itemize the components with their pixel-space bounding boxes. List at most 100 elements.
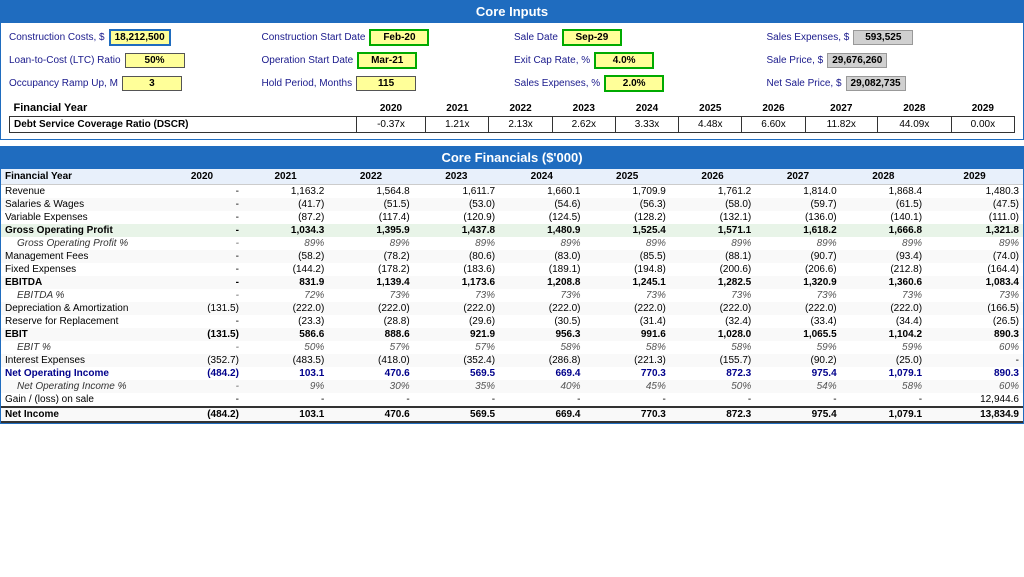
fin-cell: (80.6) bbox=[414, 250, 499, 263]
fin-cell: (206.6) bbox=[755, 263, 840, 276]
fin-cell: - bbox=[161, 276, 243, 289]
fin-cell: (178.2) bbox=[328, 263, 413, 276]
fin-cell: (85.5) bbox=[584, 250, 669, 263]
fin-cell: (222.0) bbox=[499, 302, 584, 315]
fin-cell: - bbox=[584, 393, 669, 407]
fin-cell: 60% bbox=[926, 341, 1023, 354]
fin-cell: 1,480.9 bbox=[499, 224, 584, 237]
fin-cell: 1,034.3 bbox=[243, 224, 328, 237]
occupancy-ramp-value[interactable]: 3 bbox=[122, 76, 182, 91]
fin-cell: (221.3) bbox=[584, 354, 669, 367]
fin-cell: 50% bbox=[670, 380, 755, 393]
fin-cell: (29.6) bbox=[414, 315, 499, 328]
fin-cell: 669.4 bbox=[499, 407, 584, 422]
fin-cell: - bbox=[841, 393, 926, 407]
fin-cell: 470.6 bbox=[328, 367, 413, 380]
fin-cell: 569.5 bbox=[414, 407, 499, 422]
exit-cap-rate-value[interactable]: 4.0% bbox=[594, 52, 654, 69]
fin-cell: (58.0) bbox=[670, 198, 755, 211]
year-2026-header: 2026 bbox=[742, 100, 805, 117]
fin-cell: - bbox=[161, 237, 243, 250]
fin-row-label: Revenue bbox=[1, 185, 161, 199]
fin-cell: 9% bbox=[243, 380, 328, 393]
fin-cell: 770.3 bbox=[584, 407, 669, 422]
fin-row-label: Net Operating Income bbox=[1, 367, 161, 380]
fin-cell: (222.0) bbox=[328, 302, 413, 315]
fin-cell: (484.2) bbox=[161, 367, 243, 380]
core-inputs-header: Core Inputs bbox=[0, 0, 1024, 23]
core-inputs-section: Core Inputs Construction Costs, $ 18,212… bbox=[0, 0, 1024, 140]
occupancy-ramp-field: Occupancy Ramp Up, M 3 bbox=[9, 75, 258, 92]
construction-start-field: Construction Start Date Feb-20 bbox=[262, 29, 511, 46]
year-2022-header: 2022 bbox=[489, 100, 552, 117]
fin-cell: 1,163.2 bbox=[243, 185, 328, 199]
fin-cell: - bbox=[161, 250, 243, 263]
dscr-2029: 0.00x bbox=[951, 117, 1014, 133]
sales-expenses-dollar-label: Sales Expenses, $ bbox=[767, 32, 850, 43]
fin-cell: 1,666.8 bbox=[841, 224, 926, 237]
year-2021-header: 2021 bbox=[426, 100, 489, 117]
sale-date-field: Sale Date Sep-29 bbox=[514, 29, 763, 46]
fin-cell: 888.6 bbox=[328, 328, 413, 341]
fin-cell: 770.3 bbox=[584, 367, 669, 380]
fin-cell: 1,709.9 bbox=[584, 185, 669, 199]
fin-cell: 1,028.0 bbox=[670, 328, 755, 341]
construction-costs-label: Construction Costs, $ bbox=[9, 32, 105, 43]
dscr-2028: 44.09x bbox=[877, 117, 951, 133]
fin-cell: (56.3) bbox=[584, 198, 669, 211]
fin-cell: (31.4) bbox=[584, 315, 669, 328]
fin-cell: 1,139.4 bbox=[328, 276, 413, 289]
dscr-2023: 2.62x bbox=[552, 117, 615, 133]
fin-cell: 45% bbox=[584, 380, 669, 393]
fin-2022-header: 2022 bbox=[328, 169, 413, 185]
year-2028-header: 2028 bbox=[877, 100, 951, 117]
ltc-ratio-label: Loan-to-Cost (LTC) Ratio bbox=[9, 55, 121, 66]
fin-cell: 72% bbox=[243, 289, 328, 302]
fin-cell: 1,208.8 bbox=[499, 276, 584, 289]
fin-cell: 89% bbox=[328, 237, 413, 250]
fin-cell: (286.8) bbox=[499, 354, 584, 367]
fin-cell: (111.0) bbox=[926, 211, 1023, 224]
fin-cell: (30.5) bbox=[499, 315, 584, 328]
construction-costs-value[interactable]: 18,212,500 bbox=[109, 29, 171, 46]
dscr-2020: -0.37x bbox=[356, 117, 426, 133]
fin-cell: 73% bbox=[755, 289, 840, 302]
fin-cell: 1,525.4 bbox=[584, 224, 669, 237]
fin-2026-header: 2026 bbox=[670, 169, 755, 185]
sales-expenses-dollar-value: 593,525 bbox=[853, 30, 913, 45]
fin-cell: (47.5) bbox=[926, 198, 1023, 211]
sales-expenses-pct-field: Sales Expenses, % 2.0% bbox=[514, 75, 763, 92]
fin-cell: 59% bbox=[755, 341, 840, 354]
fin-2020-header: 2020 bbox=[161, 169, 243, 185]
fin-2027-header: 2027 bbox=[755, 169, 840, 185]
fin-row-label: Interest Expenses bbox=[1, 354, 161, 367]
operation-start-value[interactable]: Mar-21 bbox=[357, 52, 417, 69]
dscr-2025: 4.48x bbox=[679, 117, 742, 133]
fin-row-label: Depreciation & Amortization bbox=[1, 302, 161, 315]
year-2025-header: 2025 bbox=[679, 100, 742, 117]
fin-cell: (212.8) bbox=[841, 263, 926, 276]
fin-cell: (484.2) bbox=[161, 407, 243, 422]
fin-row-label: Gross Operating Profit bbox=[1, 224, 161, 237]
fin-cell: (41.7) bbox=[243, 198, 328, 211]
fin-cell: (88.1) bbox=[670, 250, 755, 263]
fin-cell: (87.2) bbox=[243, 211, 328, 224]
dscr-2022: 2.13x bbox=[489, 117, 552, 133]
fin-cell: 35% bbox=[414, 380, 499, 393]
sales-expenses-dollar-field: Sales Expenses, $ 593,525 bbox=[767, 29, 1016, 46]
fin-cell: (59.7) bbox=[755, 198, 840, 211]
hold-period-value[interactable]: 115 bbox=[356, 76, 416, 91]
fin-cell: 1,618.2 bbox=[755, 224, 840, 237]
fin-cell: (222.0) bbox=[584, 302, 669, 315]
sales-expenses-pct-value[interactable]: 2.0% bbox=[604, 75, 664, 92]
fin-cell: 58% bbox=[841, 380, 926, 393]
construction-start-value[interactable]: Feb-20 bbox=[369, 29, 429, 46]
sale-date-value[interactable]: Sep-29 bbox=[562, 29, 622, 46]
fin-cell: 58% bbox=[670, 341, 755, 354]
fin-cell: (74.0) bbox=[926, 250, 1023, 263]
fin-cell: 89% bbox=[670, 237, 755, 250]
fin-cell: - bbox=[161, 341, 243, 354]
fin-row-label: EBITDA bbox=[1, 276, 161, 289]
ltc-ratio-value[interactable]: 50% bbox=[125, 53, 185, 68]
fin-cell: 991.6 bbox=[584, 328, 669, 341]
